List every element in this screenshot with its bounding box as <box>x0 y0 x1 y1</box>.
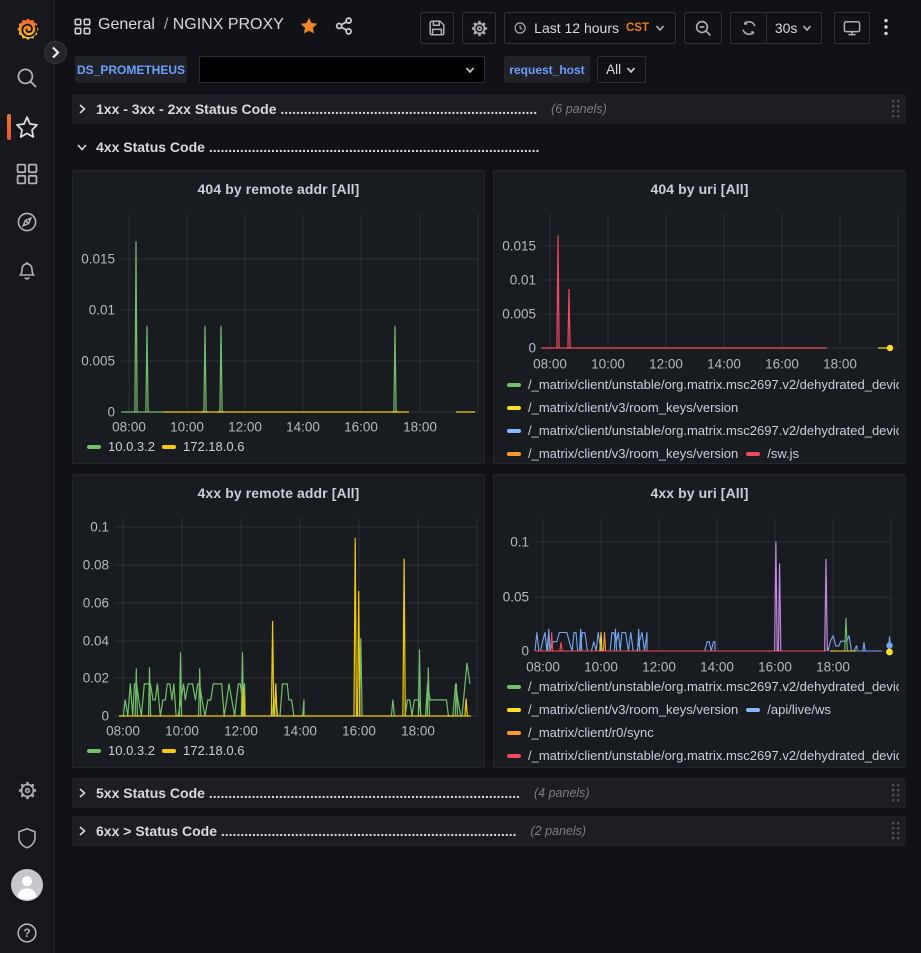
svg-text:0: 0 <box>521 644 529 659</box>
svg-text:?: ? <box>23 926 30 940</box>
svg-text:10:00: 10:00 <box>591 357 625 372</box>
svg-text:0.005: 0.005 <box>502 307 536 322</box>
svg-text:08:00: 08:00 <box>106 724 140 739</box>
svg-text:0.1: 0.1 <box>90 520 109 535</box>
svg-text:0: 0 <box>101 709 109 724</box>
svg-text:12:00: 12:00 <box>649 357 683 372</box>
svg-text:0.015: 0.015 <box>81 252 115 267</box>
svg-text:10:00: 10:00 <box>165 724 199 739</box>
svg-text:0.01: 0.01 <box>510 273 536 288</box>
svg-text:18:00: 18:00 <box>401 724 435 739</box>
svg-text:0.04: 0.04 <box>83 634 110 649</box>
svg-text:18:00: 18:00 <box>816 660 850 675</box>
svg-text:14:00: 14:00 <box>700 660 734 675</box>
svg-text:08:00: 08:00 <box>533 357 567 372</box>
svg-text:16:00: 16:00 <box>342 724 376 739</box>
svg-text:14:00: 14:00 <box>286 420 320 435</box>
svg-text:0.06: 0.06 <box>83 596 109 611</box>
svg-text:18:00: 18:00 <box>403 420 437 435</box>
svg-text:08:00: 08:00 <box>526 660 560 675</box>
svg-text:18:00: 18:00 <box>823 357 857 372</box>
svg-text:0: 0 <box>107 405 115 420</box>
svg-text:16:00: 16:00 <box>758 660 792 675</box>
svg-text:10:00: 10:00 <box>170 420 204 435</box>
svg-text:0.01: 0.01 <box>89 303 115 318</box>
svg-text:08:00: 08:00 <box>112 420 146 435</box>
svg-text:12:00: 12:00 <box>642 660 676 675</box>
svg-text:12:00: 12:00 <box>224 724 258 739</box>
svg-text:12:00: 12:00 <box>228 420 262 435</box>
svg-text:16:00: 16:00 <box>765 357 799 372</box>
svg-text:0.005: 0.005 <box>81 354 115 369</box>
svg-text:0.05: 0.05 <box>503 590 529 605</box>
svg-text:0.015: 0.015 <box>502 239 536 254</box>
svg-text:0.1: 0.1 <box>510 535 529 550</box>
svg-text:14:00: 14:00 <box>707 357 741 372</box>
svg-text:14:00: 14:00 <box>283 724 317 739</box>
svg-text:16:00: 16:00 <box>344 420 378 435</box>
svg-text:0: 0 <box>528 341 536 356</box>
svg-text:10:00: 10:00 <box>584 660 618 675</box>
svg-text:0.08: 0.08 <box>83 558 109 573</box>
svg-text:0.02: 0.02 <box>83 671 109 686</box>
